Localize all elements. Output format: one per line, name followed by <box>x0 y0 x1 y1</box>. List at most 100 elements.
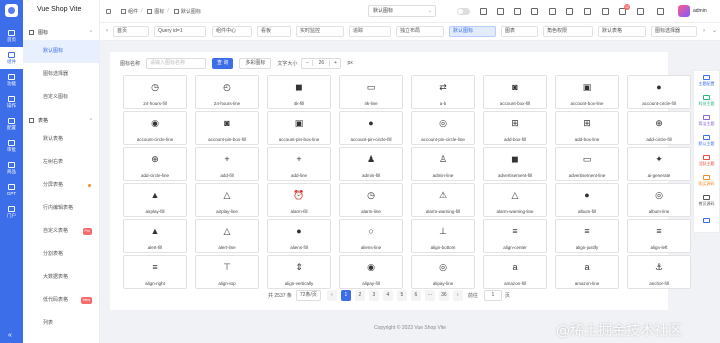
sidebar-item[interactable]: 大数据表格 <box>23 266 99 289</box>
icon-card[interactable]: △ airplay-line <box>195 183 259 217</box>
theme-panel-item[interactable]: 主题配置 <box>694 71 719 91</box>
icon-card[interactable]: ● album-fill <box>555 183 619 217</box>
refresh-icon[interactable] <box>584 8 591 15</box>
user-name[interactable]: admin <box>693 8 707 14</box>
icon-name-input[interactable]: 请输入图标名称 <box>146 57 207 69</box>
rail-item[interactable]: 审批 <box>0 135 23 157</box>
tab-item[interactable]: 默认表格 <box>598 26 646 37</box>
icon-card[interactable]: ▲ airplay-fill <box>123 183 187 217</box>
icon-card[interactable]: a amazon-line <box>555 255 619 289</box>
icon-card[interactable]: ▭ advertisement-line <box>555 147 619 181</box>
breadcrumb-item[interactable]: 图标 / <box>147 8 169 15</box>
icon-card[interactable]: ◎ alipay-line <box>411 255 475 289</box>
avatar[interactable] <box>678 5 690 17</box>
theme-panel-item[interactable]: 拷贝源码 <box>694 191 719 211</box>
multicolor-button[interactable]: 多彩图标 <box>239 57 272 69</box>
icon-card[interactable]: ○ aliens-line <box>339 219 403 253</box>
icon-card[interactable]: ⊞ add-box-line <box>555 111 619 145</box>
page-number[interactable]: 36 <box>438 289 449 301</box>
page-number[interactable]: 5 <box>396 289 407 301</box>
page-number[interactable]: 6 <box>410 289 421 301</box>
icon-card[interactable]: ⏰ alarm-fill <box>267 183 331 217</box>
sidebar-item[interactable]: 默认表格 <box>23 128 99 151</box>
rail-item[interactable]: 商品 <box>0 157 23 179</box>
icon-card[interactable]: ⊕ add-circle-fill <box>627 111 691 145</box>
sidebar-item[interactable]: 分屏表格 <box>23 174 99 197</box>
decrease-button[interactable]: − <box>302 60 312 66</box>
next-page-button[interactable]: › <box>452 289 463 301</box>
icon-card[interactable]: △ alarm-warning-line <box>483 183 547 217</box>
icon-card[interactable]: + add-line <box>267 147 331 181</box>
icon-card[interactable]: ◷ 24-hours-fill <box>123 75 187 109</box>
search-icon[interactable] <box>549 8 556 15</box>
icon-card[interactable]: ≡ align-right <box>123 255 187 289</box>
icon-card[interactable]: ⚠ alarm-warning-fill <box>411 183 475 217</box>
prev-page-button[interactable]: ‹ <box>326 289 337 301</box>
icon-card[interactable]: ◙ account-box-fill <box>483 75 547 109</box>
fullscreen-icon[interactable] <box>497 8 504 15</box>
icon-card[interactable]: ⚓ anchor-fill <box>627 255 691 289</box>
translate-icon[interactable] <box>566 8 573 15</box>
rail-item[interactable]: 配置 <box>0 113 23 135</box>
icon-card[interactable]: a amazon-fill <box>483 255 547 289</box>
icon-card[interactable]: ⊕ add-circle-line <box>123 147 187 181</box>
tab-item[interactable]: 首页 <box>113 26 149 37</box>
theme-select[interactable]: 默认图标 ⌄ <box>368 5 436 17</box>
icon-card[interactable]: ◼ 4k-fill <box>267 75 331 109</box>
icon-card[interactable]: ◉ account-circle-line <box>123 111 187 145</box>
theme-toggle[interactable] <box>457 8 470 15</box>
theme-panel-item[interactable]: 购买源码 <box>694 171 719 191</box>
sidebar-group-tables[interactable]: 表格 ⌃ <box>23 113 99 128</box>
icon-card[interactable]: ◼ advertisement-fill <box>483 147 547 181</box>
page-size-select[interactable]: 72条/页 <box>295 289 321 301</box>
icon-card[interactable]: ● account-circle-fill <box>627 75 691 109</box>
icon-card[interactable]: ◎ album-line <box>627 183 691 217</box>
icon-card[interactable]: ◙ account-pin-box-fill <box>195 111 259 145</box>
sidebar-item[interactable]: 行内编辑表格 <box>23 197 99 220</box>
theme-panel-item[interactable]: 默认主题 <box>694 131 719 151</box>
rail-item[interactable]: 操作 <box>0 91 23 113</box>
rail-item[interactable]: 组件 <box>0 47 23 69</box>
tab-item[interactable]: 组件中心 <box>212 26 252 37</box>
icon-card[interactable]: ≡ align-left <box>627 219 691 253</box>
tab-item[interactable]: 图表 <box>501 26 538 37</box>
sidebar-item[interactable]: 自定义图标 <box>23 86 99 109</box>
icon-card[interactable]: ● aliens-fill <box>267 219 331 253</box>
tab-item[interactable]: 追踪 <box>349 26 391 37</box>
page-number[interactable]: ··· <box>424 289 435 301</box>
icon-card[interactable]: ▣ account-pin-box-line <box>267 111 331 145</box>
rail-item[interactable]: GPT <box>0 179 23 201</box>
icon-card[interactable]: ▲ alert-fill <box>123 219 187 253</box>
theme-panel-item[interactable]: 活跃主题 <box>694 151 719 171</box>
icon-card[interactable]: ♙ admin-line <box>411 147 475 181</box>
tab-scroll-left-icon[interactable]: ‹ <box>106 26 108 37</box>
menu-toggle-icon[interactable] <box>106 8 113 14</box>
icon-card[interactable]: ▭ 4k-line <box>339 75 403 109</box>
icon-card[interactable]: ● account-pin-circle-fill <box>339 111 403 145</box>
rail-item[interactable]: 首页 <box>0 25 23 47</box>
tab-item[interactable]: 默认图标 <box>449 26 496 37</box>
language-icon[interactable] <box>637 8 644 15</box>
theme-icon[interactable] <box>531 8 538 15</box>
tab-item[interactable]: 角色权限 <box>543 26 593 37</box>
app-logo[interactable] <box>5 4 18 17</box>
sidebar-item[interactable]: 图标选择器 <box>23 63 99 86</box>
icon-card[interactable]: ≡ align-justify <box>555 219 619 253</box>
icon-card[interactable]: + add-fill <box>195 147 259 181</box>
sidebar-item[interactable]: 分割表格 <box>23 243 99 266</box>
lock-icon[interactable] <box>514 8 521 15</box>
theme-panel-item[interactable]: 科技主题 <box>694 91 719 111</box>
icon-card[interactable]: ⇄ a-b <box>411 75 475 109</box>
tab-scroll-right-icon[interactable]: › <box>703 26 705 37</box>
page-number[interactable]: 1 <box>340 289 351 301</box>
page-number[interactable]: 4 <box>382 289 393 301</box>
goto-page-input[interactable]: 1 <box>483 289 502 301</box>
icon-card[interactable]: ⊤ align-top <box>195 255 259 289</box>
page-number[interactable]: 2 <box>354 289 365 301</box>
tab-item[interactable]: 独立布局 <box>396 26 444 37</box>
sidebar-item[interactable]: 低代码表格 New <box>23 289 99 312</box>
icon-card[interactable]: ▣ account-box-line <box>555 75 619 109</box>
shop-icon[interactable] <box>602 8 609 15</box>
icon-card[interactable]: ◴ 24-hours-line <box>195 75 259 109</box>
icon-card[interactable]: ◷ alarm-line <box>339 183 403 217</box>
